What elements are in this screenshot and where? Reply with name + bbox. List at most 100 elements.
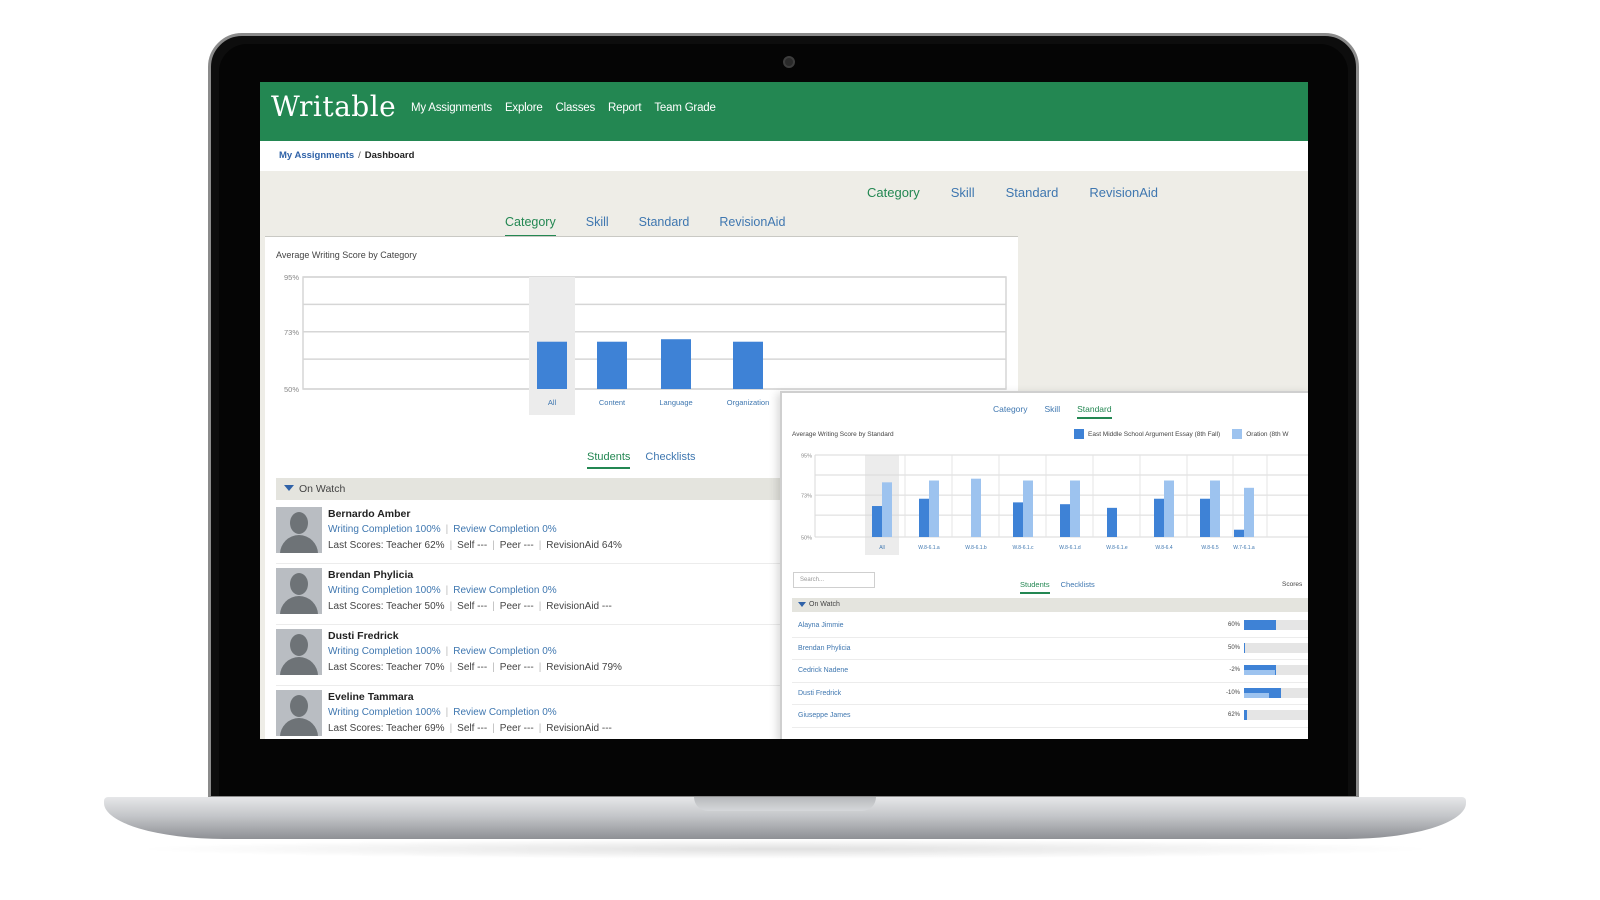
collapse-triangle-icon[interactable] bbox=[798, 602, 806, 607]
overlay-tab-bar: Category Skill Standard bbox=[993, 404, 1112, 419]
search-input[interactable]: Search... bbox=[793, 572, 875, 588]
laptop-shadow bbox=[130, 839, 1440, 859]
review-completion[interactable]: Review Completion 0% bbox=[453, 707, 556, 718]
x-tick-label: W.8-6.1.b bbox=[965, 545, 987, 551]
overlay-student-score: -2% bbox=[1229, 667, 1240, 673]
bar-series-2 bbox=[882, 482, 892, 537]
score-revisionaid: RevisionAid --- bbox=[546, 723, 612, 734]
standard-overlay-panel: 95% 73% 50% All W.8-6.1.a W.8-6.1.b W.8-6.1.c W… bbox=[780, 391, 1308, 739]
student-name[interactable]: Brendan Phylicia bbox=[328, 569, 413, 581]
writing-completion[interactable]: Writing Completion 100% bbox=[328, 585, 441, 596]
on-watch-label: On Watch bbox=[299, 483, 346, 495]
tab-revisionaid[interactable]: RevisionAid bbox=[719, 215, 785, 237]
completion-line: Writing Completion 100% | Review Completio… bbox=[328, 646, 557, 657]
upper-tab-category[interactable]: Category bbox=[867, 185, 920, 200]
standard-chart: 95% 73% 50% All W.8-6.1.a W.8-6.1.b W.8-6.1.c W… bbox=[801, 454, 1308, 555]
y-tick-label: 73% bbox=[284, 328, 299, 337]
score-bar-track bbox=[1244, 642, 1308, 653]
writing-completion[interactable]: Writing Completion 100% bbox=[328, 524, 441, 535]
tab-skill[interactable]: Skill bbox=[586, 215, 609, 237]
y-tick-label: 95% bbox=[284, 273, 299, 282]
overlay-student-row[interactable]: Cedrick Nadene -2% bbox=[792, 660, 1308, 683]
score-revisionaid: RevisionAid --- bbox=[546, 601, 612, 612]
tab-category[interactable]: Category bbox=[505, 215, 556, 237]
last-scores-teacher: Last Scores: Teacher 70% bbox=[328, 662, 445, 673]
overlay-student-name[interactable]: Giuseppe James bbox=[798, 712, 851, 719]
nav-classes[interactable]: Classes bbox=[556, 102, 596, 114]
bar-organization bbox=[733, 341, 763, 389]
x-tick-label: Content bbox=[599, 398, 626, 407]
bar-series-1 bbox=[919, 498, 929, 537]
student-name[interactable]: Dusti Fredrick bbox=[328, 630, 399, 642]
overlay-student-row[interactable]: Brendan Phylicia 50% bbox=[792, 638, 1308, 660]
overlay-students-tab-bar: Students Checklists bbox=[1020, 580, 1095, 594]
bar-series-2 bbox=[971, 478, 981, 537]
overlay-student-score: 60% bbox=[1227, 622, 1240, 628]
score-self: Self --- bbox=[457, 601, 488, 612]
x-tick-label: W.7-6.1.a bbox=[1233, 545, 1255, 551]
nav-my-assignments[interactable]: My Assignments bbox=[411, 102, 492, 114]
bar-series-2 bbox=[1244, 487, 1254, 537]
bar-series-1 bbox=[1154, 498, 1164, 537]
legend-item[interactable]: Oration (8th W bbox=[1232, 429, 1289, 439]
score-bar-fill-secondary bbox=[1244, 670, 1275, 675]
nav-report[interactable]: Report bbox=[608, 102, 642, 114]
upper-tab-revisionaid[interactable]: RevisionAid bbox=[1089, 185, 1158, 200]
review-completion[interactable]: Review Completion 0% bbox=[453, 524, 556, 535]
avatar bbox=[276, 690, 322, 736]
plot-frame bbox=[302, 276, 1007, 390]
overlay-student-row[interactable]: Alayna Jimmie 60% bbox=[792, 615, 1308, 638]
bar-language bbox=[661, 339, 691, 389]
camera-icon bbox=[783, 56, 795, 68]
upper-tab-standard[interactable]: Standard bbox=[1006, 185, 1059, 200]
upper-tab-skill[interactable]: Skill bbox=[951, 185, 975, 200]
score-self: Self --- bbox=[457, 540, 488, 551]
overlay-tab-standard[interactable]: Standard bbox=[1077, 404, 1112, 419]
tab-checklists[interactable]: Checklists bbox=[645, 451, 695, 469]
scores-line: Last Scores: Teacher 62% | Self --- | Peer -… bbox=[328, 540, 622, 551]
bar-series-1 bbox=[1060, 504, 1070, 537]
overlay-student-row[interactable]: Dusti Fredrick -10% bbox=[792, 683, 1308, 705]
student-name[interactable]: Eveline Tammara bbox=[328, 691, 414, 703]
writable-logo[interactable]: Writable bbox=[271, 90, 396, 123]
breadcrumb-my-assignments[interactable]: My Assignments bbox=[279, 150, 354, 161]
bar-series-2 bbox=[1210, 480, 1220, 537]
student-name[interactable]: Bernardo Amber bbox=[328, 508, 410, 520]
y-tick-label: 95% bbox=[801, 454, 812, 460]
writing-completion[interactable]: Writing Completion 100% bbox=[328, 646, 441, 657]
collapse-triangle-icon[interactable] bbox=[284, 485, 294, 491]
tab-standard[interactable]: Standard bbox=[639, 215, 690, 237]
score-revisionaid: RevisionAid 64% bbox=[546, 540, 622, 551]
overlay-student-score: -10% bbox=[1225, 689, 1240, 696]
screen: Writable My Assignments Explore Classes … bbox=[260, 82, 1308, 739]
nav-explore[interactable]: Explore bbox=[505, 102, 543, 114]
nav-team-grade[interactable]: Team Grade bbox=[654, 102, 715, 114]
overlay-tab-skill[interactable]: Skill bbox=[1045, 404, 1061, 419]
scores-label[interactable]: Scores bbox=[1282, 581, 1302, 588]
overlay-tab-category[interactable]: Category bbox=[993, 404, 1028, 419]
completion-line: Writing Completion 100% | Review Completio… bbox=[328, 707, 557, 718]
overlay-student-row[interactable]: Giuseppe James 62% bbox=[792, 705, 1308, 728]
overlay-tab-checklists[interactable]: Checklists bbox=[1061, 580, 1095, 594]
x-tick-label: Organization bbox=[727, 398, 770, 407]
y-tick-label: 50% bbox=[801, 536, 812, 542]
scores-line: Last Scores: Teacher 70% | Self --- | Peer -… bbox=[328, 662, 622, 673]
overlay-student-name[interactable]: Alayna Jimmie bbox=[798, 622, 844, 629]
overlay-student-name[interactable]: Brendan Phylicia bbox=[798, 645, 851, 652]
score-peer: Peer --- bbox=[499, 540, 534, 551]
last-scores-teacher: Last Scores: Teacher 62% bbox=[328, 540, 445, 551]
legend-label: East Middle School Argument Essay (8th F… bbox=[1088, 430, 1221, 438]
overlay-on-watch-header[interactable]: On Watch bbox=[792, 598, 1308, 612]
legend-item[interactable]: East Middle School Argument Essay (8th F… bbox=[1074, 429, 1220, 439]
overlay-student-name[interactable]: Cedrick Nadene bbox=[798, 667, 848, 674]
avatar bbox=[276, 507, 322, 553]
bar-series-1 bbox=[1013, 502, 1023, 537]
overlay-tab-students[interactable]: Students bbox=[1020, 580, 1050, 594]
review-completion[interactable]: Review Completion 0% bbox=[453, 646, 556, 657]
overlay-student-list: Alayna Jimmie 60% Brendan Phylicia 50% Cedri… bbox=[792, 615, 1308, 728]
writing-completion[interactable]: Writing Completion 100% bbox=[328, 707, 441, 718]
overlay-student-name[interactable]: Dusti Fredrick bbox=[798, 690, 841, 697]
tab-students[interactable]: Students bbox=[587, 451, 631, 469]
review-completion[interactable]: Review Completion 0% bbox=[453, 585, 556, 596]
score-peer: Peer --- bbox=[499, 723, 534, 734]
